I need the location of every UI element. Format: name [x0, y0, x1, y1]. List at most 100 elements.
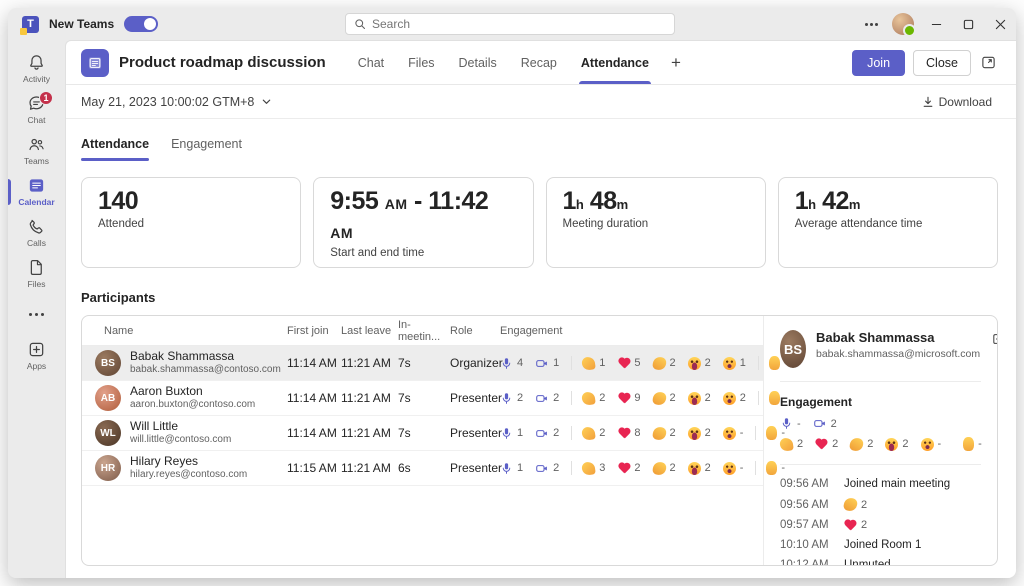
apps-plus-icon	[27, 340, 46, 359]
raised-hand-emoji	[963, 437, 974, 451]
sidebar-item-label: Chat	[28, 115, 46, 125]
surprised-emoji	[723, 462, 736, 475]
chat-unread-badge: 1	[39, 91, 53, 105]
participant-email: babak.shammassa@contoso.com	[130, 364, 281, 377]
table-row[interactable]: HR Hilary Reyes hilary.reyes@contoso.com…	[82, 451, 763, 486]
table-row[interactable]: AB Aaron Buxton aaron.buxton@contoso.com…	[82, 381, 763, 416]
maximize-button[interactable]	[952, 8, 984, 40]
tab-chat[interactable]: Chat	[348, 41, 394, 84]
clap-emoji	[849, 436, 864, 451]
attendance-content: Attendance Engagement 140 Attended 9:55 …	[66, 119, 1016, 578]
role-value: Presenter	[450, 461, 500, 475]
average-value: 1h 42m	[795, 187, 981, 216]
engagement-heading: Engagement	[780, 395, 981, 409]
divider	[780, 381, 981, 382]
meeting-header: Product roadmap discussion Chat Files De…	[66, 41, 1016, 85]
in-meeting-value: 6s	[398, 461, 450, 475]
sidebar-item-files[interactable]: Files	[8, 253, 65, 294]
sidebar-item-calendar[interactable]: Calendar	[8, 171, 65, 212]
close-window-button[interactable]	[984, 8, 1016, 40]
detail-email: babak.shammassa@microsoft.com	[816, 348, 980, 360]
participants-heading: Participants	[81, 290, 998, 305]
participant-name: Hilary Reyes	[130, 454, 247, 469]
heart-emoji	[617, 427, 630, 439]
new-teams-toggle[interactable]	[124, 16, 158, 32]
tab-recap[interactable]: Recap	[511, 41, 567, 84]
sidebar-item-calls[interactable]: Calls	[8, 212, 65, 253]
engagement-cell: 1 2 2 8 2 2 - -	[500, 426, 793, 440]
more-apps-icon	[29, 313, 44, 316]
role-value: Organizer	[450, 356, 500, 370]
timeline-entry: 09:56 AM 2	[780, 498, 981, 511]
mic-icon	[780, 417, 793, 430]
clap-emoji	[843, 497, 858, 512]
download-button[interactable]: Download	[922, 95, 992, 109]
timeline-entry: 10:12 AM Unmuted	[780, 559, 981, 565]
last-leave-value: 11:21 AM	[341, 426, 398, 440]
engagement-cell: 4 1 1 5 2 2 1 -	[500, 356, 796, 370]
surprised-emoji	[723, 427, 736, 440]
sidebar-item-teams[interactable]: Teams	[8, 130, 65, 171]
tab-attendance[interactable]: Attendance	[571, 41, 659, 84]
first-join-value: 11:14 AM	[287, 426, 341, 440]
sidebar-item-more[interactable]	[8, 294, 65, 335]
close-button[interactable]: Close	[913, 50, 971, 76]
sidebar-item-label: Calls	[27, 238, 46, 248]
meeting-date-dropdown[interactable]: May 21, 2023 10:00:02 GTM+8	[81, 95, 272, 109]
participants-table: Name First join Last leave In-meetin... …	[82, 316, 763, 565]
sidebar-item-apps[interactable]: Apps	[8, 335, 65, 376]
main-area: Product roadmap discussion Chat Files De…	[65, 40, 1016, 578]
sidebar-item-label: Activity	[23, 74, 50, 84]
open-profile-icon[interactable]	[990, 330, 997, 348]
search-input[interactable]	[372, 17, 666, 31]
camera-icon	[813, 417, 827, 430]
sidebar-item-label: Teams	[24, 156, 49, 166]
activity-timeline: 09:56 AM Joined main meeting 09:56 AM 2 …	[780, 478, 981, 565]
table-header-row: Name First join Last leave In-meetin... …	[82, 316, 763, 346]
teams-people-icon	[27, 135, 46, 154]
page-title: Product roadmap discussion	[119, 54, 326, 71]
avatar: HR	[95, 455, 121, 481]
toggle-knob	[144, 18, 156, 30]
camera-icon	[535, 427, 549, 440]
table-row[interactable]: WL Will Little will.little@contoso.com 1…	[82, 416, 763, 451]
tab-files[interactable]: Files	[398, 41, 444, 84]
like-emoji	[581, 356, 596, 371]
mic-icon	[500, 462, 513, 475]
average-card: 1h 42m Average attendance time	[778, 177, 998, 268]
laugh-emoji	[885, 438, 898, 451]
laugh-emoji	[688, 392, 701, 405]
join-button[interactable]: Join	[852, 50, 905, 76]
tab-details[interactable]: Details	[449, 41, 507, 84]
like-emoji	[581, 391, 596, 406]
teams-logo-icon	[22, 16, 39, 33]
start-end-value: 9:55 AM - 11:42 AM	[330, 187, 516, 245]
first-join-value: 11:14 AM	[287, 356, 341, 370]
meeting-tabs: Chat Files Details Recap Attendance +	[348, 41, 689, 84]
sidebar-item-activity[interactable]: Activity	[8, 48, 65, 89]
popout-meeting-icon[interactable]	[979, 53, 998, 72]
last-leave-value: 11:21 AM	[341, 461, 398, 475]
table-row[interactable]: BS Babak Shammassa babak.shammassa@conto…	[82, 346, 763, 381]
last-leave-value: 11:21 AM	[341, 356, 398, 370]
col-role: Role	[450, 325, 500, 337]
first-join-value: 11:14 AM	[287, 391, 341, 405]
subtab-attendance[interactable]: Attendance	[81, 137, 149, 161]
user-avatar[interactable]	[892, 13, 914, 35]
file-icon	[27, 258, 46, 277]
minimize-button[interactable]	[920, 8, 952, 40]
search-box[interactable]	[345, 13, 675, 35]
sidebar-item-label: Files	[28, 279, 46, 289]
add-tab-button[interactable]: +	[663, 41, 689, 84]
laugh-emoji	[688, 462, 701, 475]
sidebar-item-label: Apps	[27, 361, 46, 371]
date-toolbar: May 21, 2023 10:00:02 GTM+8 Download	[66, 85, 1016, 119]
meeting-calendar-icon	[81, 49, 109, 77]
sidebar-item-chat[interactable]: 1 Chat	[8, 89, 65, 130]
like-emoji	[779, 437, 794, 452]
report-subtabs: Attendance Engagement	[74, 137, 998, 161]
more-options-icon[interactable]	[856, 23, 886, 26]
camera-icon	[535, 462, 549, 475]
subtab-engagement[interactable]: Engagement	[171, 137, 242, 161]
heart-emoji	[815, 438, 828, 450]
